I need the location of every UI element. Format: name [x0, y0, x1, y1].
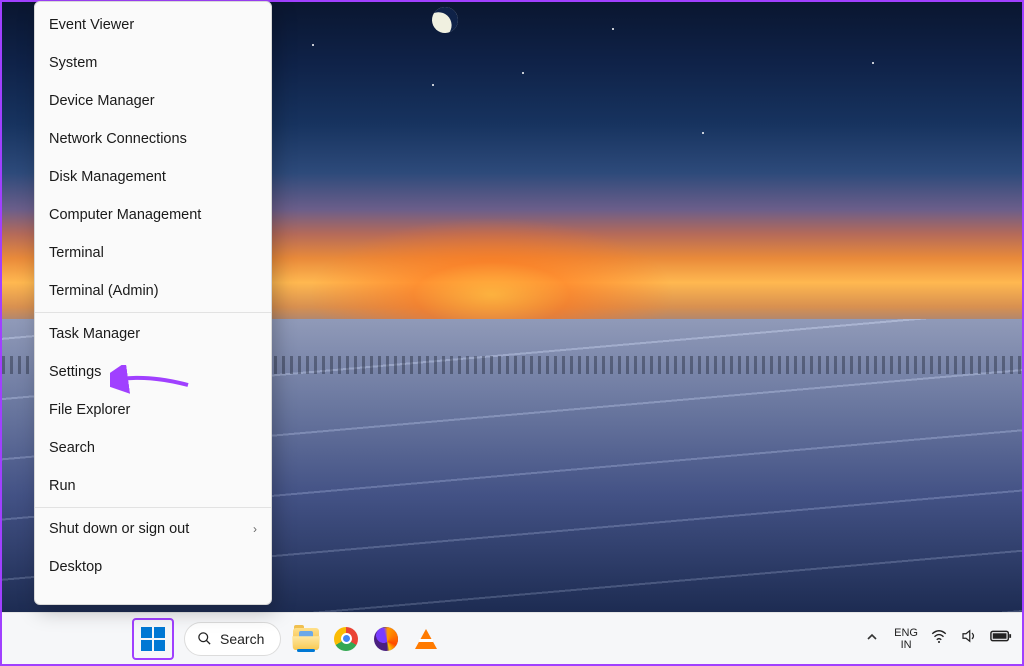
chevron-right-icon: ›	[253, 522, 257, 536]
search-label: Search	[220, 631, 264, 647]
winx-context-menu: Event Viewer System Device Manager Network …	[34, 1, 272, 605]
chevron-up-icon	[866, 631, 878, 643]
menu-item-computer-management[interactable]: Computer Management	[35, 196, 271, 234]
menu-item-label: Search	[49, 440, 95, 456]
start-button[interactable]	[136, 622, 170, 656]
menu-item-label: Desktop	[49, 559, 102, 575]
menu-item-label: File Explorer	[49, 402, 130, 418]
annotation-arrow	[110, 365, 190, 395]
chrome-icon	[334, 627, 358, 651]
menu-item-terminal-admin[interactable]: Terminal (Admin)	[35, 272, 271, 310]
battery-icon	[990, 629, 1012, 643]
search-icon	[197, 631, 212, 646]
menu-item-label: Event Viewer	[49, 17, 134, 33]
vlc-icon	[415, 629, 437, 649]
taskbar-vlc[interactable]	[411, 624, 441, 654]
taskbar-search[interactable]: Search	[184, 622, 281, 656]
menu-item-shut-down-or-sign-out[interactable]: Shut down or sign out ›	[35, 510, 271, 548]
menu-item-label: Settings	[49, 364, 101, 380]
menu-item-task-manager[interactable]: Task Manager	[35, 315, 271, 353]
menu-item-label: System	[49, 55, 97, 71]
menu-item-device-manager[interactable]: Device Manager	[35, 82, 271, 120]
moon-icon	[432, 7, 462, 37]
menu-item-search[interactable]: Search	[35, 429, 271, 467]
menu-item-system[interactable]: System	[35, 44, 271, 82]
menu-item-label: Network Connections	[49, 131, 187, 147]
menu-item-disk-management[interactable]: Disk Management	[35, 158, 271, 196]
taskbar-chrome[interactable]	[331, 624, 361, 654]
taskbar: Search ENG IN	[2, 612, 1022, 664]
menu-item-label: Disk Management	[49, 169, 166, 185]
menu-item-event-viewer[interactable]: Event Viewer	[35, 6, 271, 44]
annotation-highlight-start	[132, 618, 174, 660]
speaker-icon	[960, 627, 978, 645]
menu-item-label: Terminal (Admin)	[49, 283, 159, 299]
volume-button[interactable]	[960, 627, 978, 650]
menu-item-terminal[interactable]: Terminal	[35, 234, 271, 272]
tray-overflow-button[interactable]	[862, 627, 882, 650]
battery-button[interactable]	[990, 629, 1012, 648]
menu-separator	[35, 312, 271, 313]
firefox-icon	[374, 627, 398, 651]
menu-separator	[35, 507, 271, 508]
language-line1: ENG	[894, 627, 918, 639]
menu-item-label: Shut down or sign out	[49, 521, 189, 537]
wifi-button[interactable]	[930, 627, 948, 650]
windows-logo-icon	[141, 627, 165, 651]
folder-icon	[293, 628, 319, 650]
menu-item-label: Device Manager	[49, 93, 155, 109]
menu-item-label: Task Manager	[49, 326, 140, 342]
taskbar-firefox[interactable]	[371, 624, 401, 654]
taskbar-file-explorer[interactable]	[291, 624, 321, 654]
menu-item-file-explorer[interactable]: File Explorer	[35, 391, 271, 429]
menu-item-label: Computer Management	[49, 207, 201, 223]
menu-item-label: Run	[49, 478, 76, 494]
menu-item-desktop[interactable]: Desktop	[35, 548, 271, 586]
menu-item-label: Terminal	[49, 245, 104, 261]
language-indicator[interactable]: ENG IN	[894, 627, 918, 651]
menu-item-network-connections[interactable]: Network Connections	[35, 120, 271, 158]
wifi-icon	[930, 627, 948, 645]
language-line2: IN	[894, 639, 918, 651]
menu-item-run[interactable]: Run	[35, 467, 271, 505]
